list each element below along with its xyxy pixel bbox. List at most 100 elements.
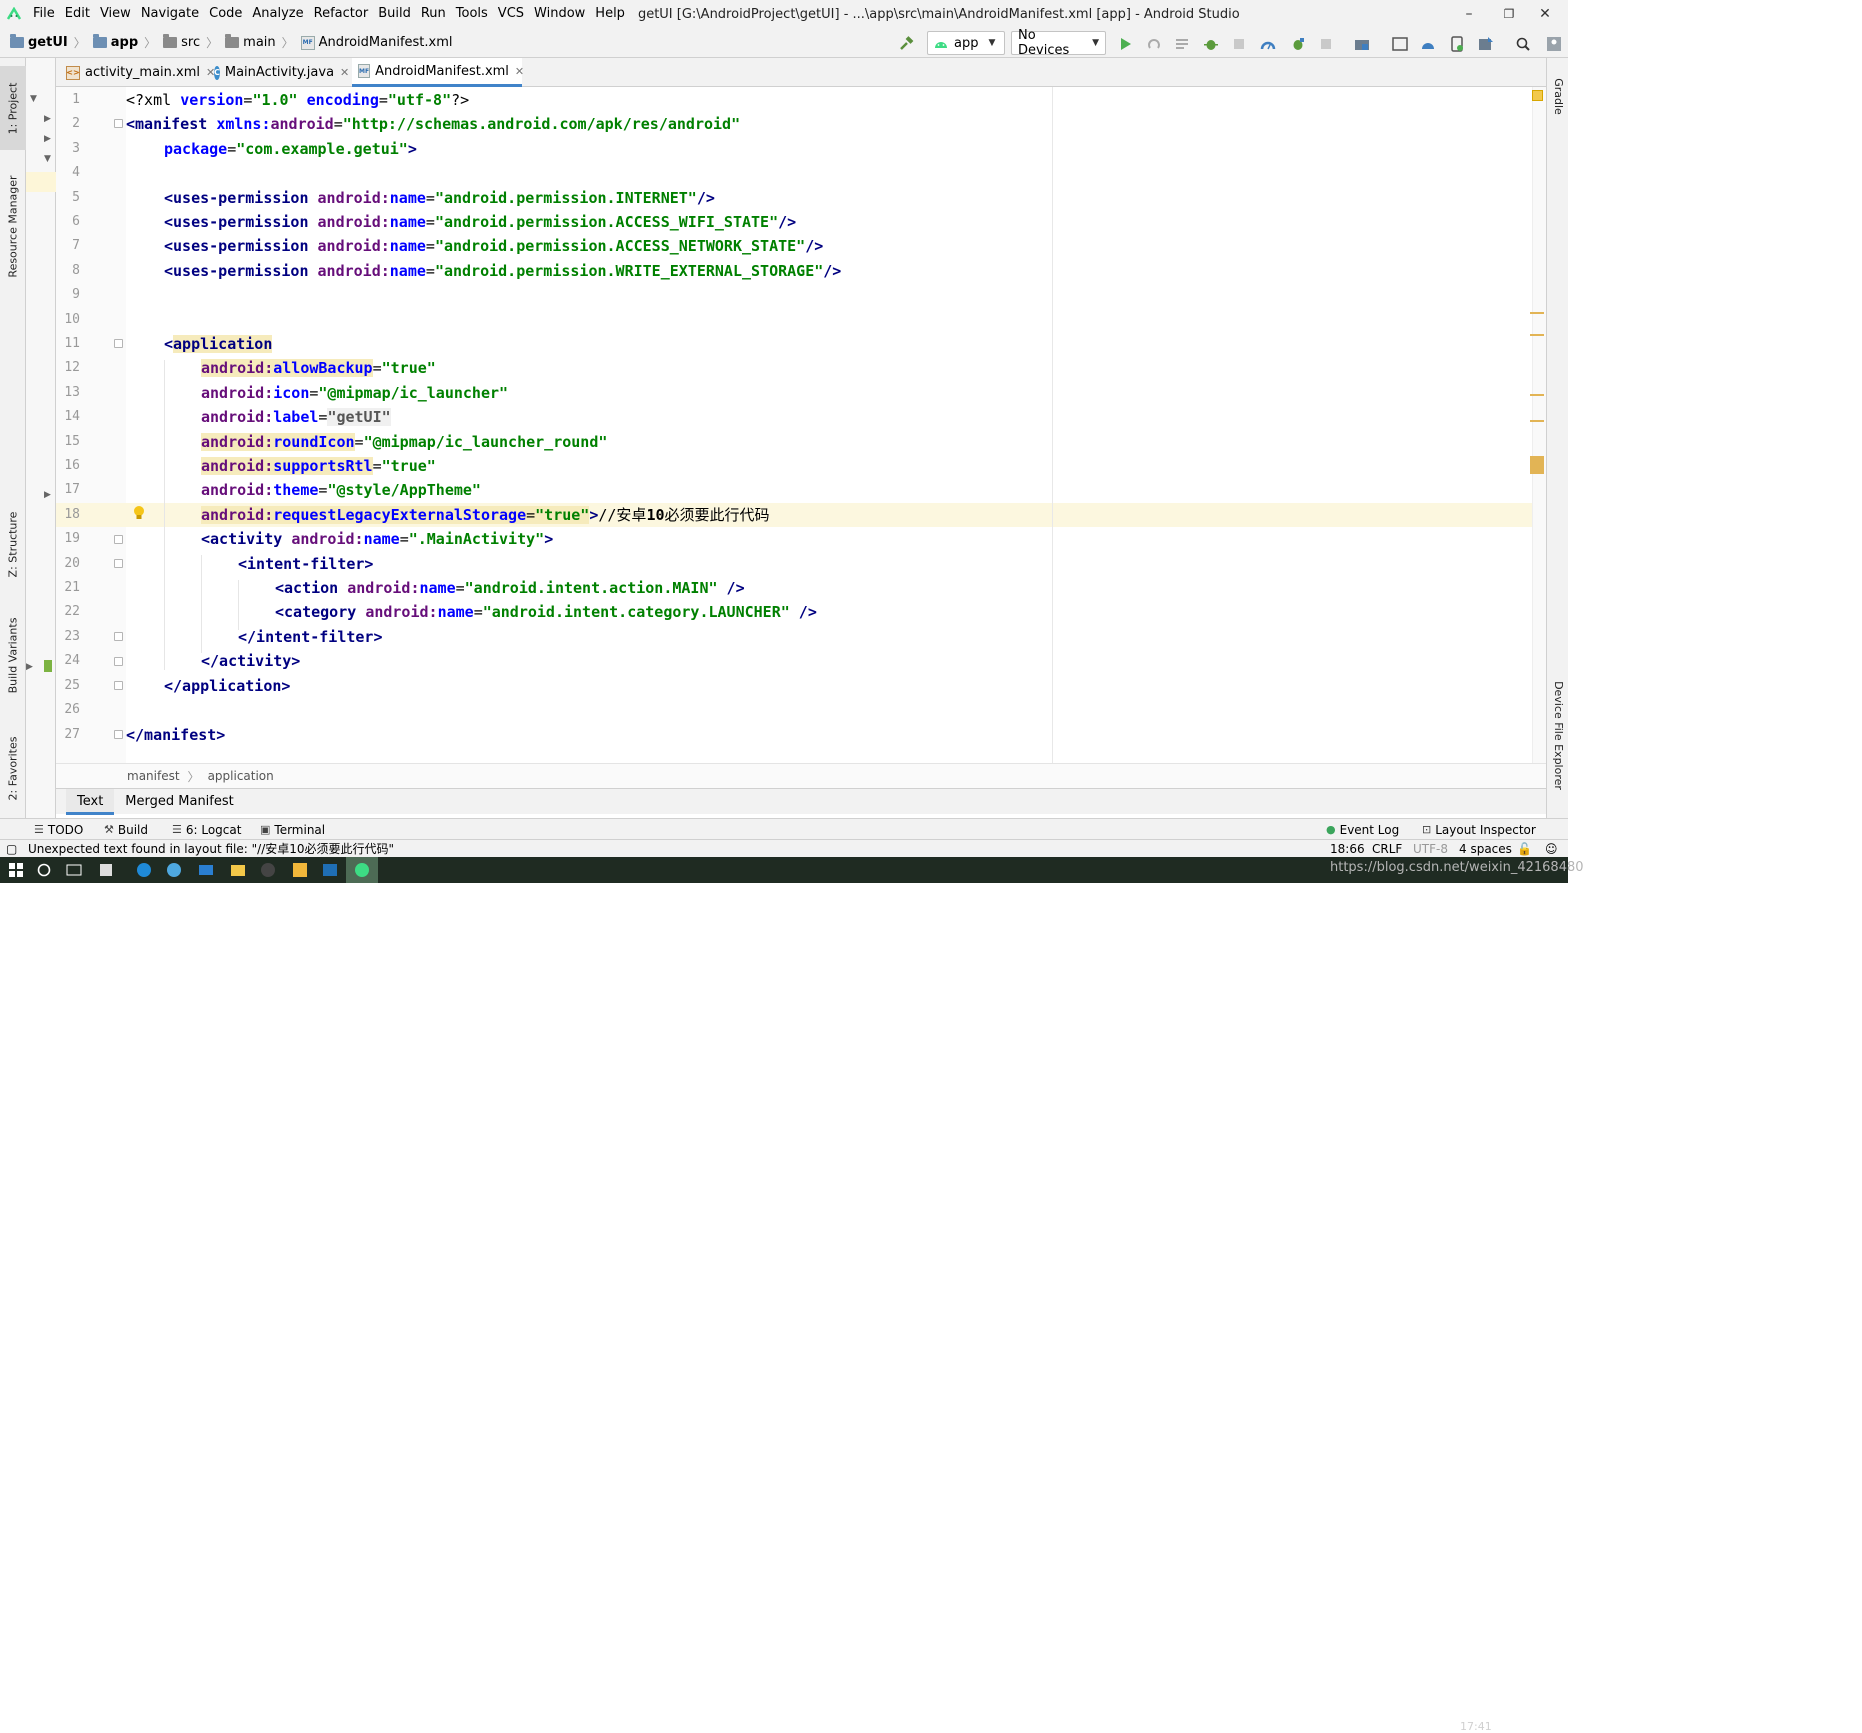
menu-build[interactable]: Build <box>373 0 416 28</box>
inspection-warning-icon[interactable] <box>1532 90 1543 101</box>
tool-todo[interactable]: ☰ TODO <box>34 819 83 840</box>
notifications-icon[interactable]: ☺ <box>1545 840 1558 858</box>
tool-tab-project[interactable]: 1: Project <box>0 66 26 150</box>
warning-mark-block[interactable] <box>1530 456 1544 474</box>
line-separator[interactable]: CRLF <box>1372 840 1402 858</box>
tool-tab-resource-manager[interactable]: Resource Manager <box>0 166 26 286</box>
search-circle-icon[interactable] <box>34 860 54 880</box>
tab-androidmanifest-xml[interactable]: MF AndroidManifest.xml ✕ <box>352 58 524 87</box>
editor-scrollbar[interactable] <box>1532 87 1546 763</box>
close-window-button[interactable]: ✕ <box>1522 0 1568 28</box>
edge-classic-icon[interactable] <box>164 860 184 880</box>
tree-expand-arrow-icon[interactable]: ▶ <box>26 662 33 672</box>
menu-code[interactable]: Code <box>204 0 247 28</box>
sdk-manager-icon[interactable] <box>1475 34 1497 54</box>
breadcrumb-module[interactable]: app <box>92 34 138 50</box>
apply-code-changes-icon[interactable] <box>1171 34 1193 54</box>
tool-tab-gradle[interactable]: Gradle <box>1547 66 1569 126</box>
tool-layout-inspector[interactable]: ⊡ Layout Inspector <box>1422 819 1536 840</box>
tree-expand-arrow-icon[interactable]: ▼ <box>44 154 51 164</box>
breadcrumb-src[interactable]: src <box>163 34 200 50</box>
tree-expand-arrow-icon[interactable]: ▶ <box>44 134 51 144</box>
intention-lightbulb-icon[interactable] <box>133 505 145 524</box>
xml-breadcrumb-application[interactable]: application <box>208 769 274 783</box>
fold-marker-icon[interactable] <box>114 632 123 641</box>
tool-event-log[interactable]: ● Event Log <box>1326 819 1399 840</box>
menu-window[interactable]: Window <box>529 0 590 28</box>
device-select[interactable]: No Devices ▼ <box>1011 28 1106 58</box>
menu-navigate[interactable]: Navigate <box>136 0 204 28</box>
menu-vcs[interactable]: VCS <box>493 0 529 28</box>
menu-edit[interactable]: Edit <box>60 0 95 28</box>
indent-setting[interactable]: 4 spaces <box>1459 840 1512 858</box>
breadcrumb-project[interactable]: getUI <box>10 34 68 50</box>
app-icon[interactable] <box>96 860 116 880</box>
make-project-hammer-icon[interactable] <box>895 34 917 54</box>
user-icon[interactable] <box>1543 34 1565 54</box>
taskbar-clock[interactable]: 17:41 <box>1460 1720 1492 1733</box>
menu-run[interactable]: Run <box>416 0 451 28</box>
menu-tools[interactable]: Tools <box>451 0 493 28</box>
tab-activity-main-xml[interactable]: <> activity_main.xml ✕ <box>60 58 215 87</box>
fold-marker-icon[interactable] <box>114 559 123 568</box>
status-window-icon[interactable]: ▢ <box>6 840 17 858</box>
fold-marker-icon[interactable] <box>114 339 123 348</box>
tab-mainactivity-java[interactable]: C MainActivity.java ✕ <box>208 58 352 87</box>
lock-icon[interactable]: 🔓 <box>1517 840 1532 858</box>
profile-gauge-icon[interactable] <box>1257 34 1279 54</box>
avd-manager-icon[interactable] <box>1417 34 1439 54</box>
fold-marker-icon[interactable] <box>114 681 123 690</box>
warning-mark[interactable] <box>1530 420 1544 422</box>
tab-text[interactable]: Text <box>66 788 115 815</box>
tool-logcat[interactable]: ☰ 6: Logcat <box>172 819 241 840</box>
edge-browser-icon[interactable] <box>134 860 154 880</box>
app-icon[interactable] <box>290 860 310 880</box>
xml-breadcrumb-manifest[interactable]: manifest <box>127 769 180 783</box>
caret-position[interactable]: 18:66 <box>1330 840 1365 858</box>
mail-icon[interactable] <box>196 860 216 880</box>
windows-start-icon[interactable] <box>6 860 26 880</box>
warning-mark[interactable] <box>1530 394 1544 396</box>
menu-help[interactable]: Help <box>590 0 630 28</box>
project-structure-icon[interactable] <box>1351 34 1373 54</box>
fold-marker-icon[interactable] <box>114 657 123 666</box>
tool-tab-device-file-explorer[interactable]: Device File Explorer <box>1547 670 1569 800</box>
close-icon[interactable]: ✕ <box>515 65 524 78</box>
close-icon[interactable]: ✕ <box>340 66 349 79</box>
debug-bug-icon[interactable] <box>1200 34 1222 54</box>
fold-marker-icon[interactable] <box>114 535 123 544</box>
apply-changes-icon[interactable] <box>1143 34 1165 54</box>
task-view-icon[interactable] <box>64 860 84 880</box>
sync-project-icon[interactable] <box>1389 34 1411 54</box>
fold-marker-icon[interactable] <box>114 119 123 128</box>
tool-tab-build-variants[interactable]: Build Variants <box>0 610 26 700</box>
search-icon[interactable] <box>1512 34 1534 54</box>
breadcrumb-file[interactable]: MF AndroidManifest.xml <box>300 35 453 50</box>
tree-expand-arrow-icon[interactable]: ▼ <box>30 94 37 104</box>
tool-terminal[interactable]: ▣ Terminal <box>260 819 325 840</box>
run-configuration-select[interactable]: app ▼ <box>927 31 1005 55</box>
android-studio-taskbar-icon[interactable] <box>346 857 378 883</box>
menu-refactor[interactable]: Refactor <box>309 0 374 28</box>
menu-file[interactable]: File <box>28 0 60 28</box>
tool-tab-structure[interactable]: Z: Structure <box>0 504 26 584</box>
menu-view[interactable]: View <box>95 0 136 28</box>
file-explorer-icon[interactable] <box>228 860 248 880</box>
photos-icon[interactable] <box>320 860 340 880</box>
fold-marker-icon[interactable] <box>114 730 123 739</box>
tree-expand-arrow-icon[interactable]: ▶ <box>44 490 51 500</box>
breadcrumb-main[interactable]: main <box>225 34 276 50</box>
run-play-icon[interactable] <box>1115 34 1137 54</box>
status-message[interactable]: Unexpected text found in layout file: "/… <box>28 840 394 858</box>
tab-merged-manifest[interactable]: Merged Manifest <box>114 789 244 815</box>
attach-debugger-bug-icon[interactable] <box>1287 34 1309 54</box>
tree-expand-arrow-icon[interactable]: ▶ <box>44 114 51 124</box>
attach-debugger-icon[interactable] <box>1228 34 1250 54</box>
warning-mark[interactable] <box>1530 312 1544 314</box>
tool-tab-favorites[interactable]: 2: Favorites <box>0 728 26 808</box>
menu-analyze[interactable]: Analyze <box>247 0 308 28</box>
tool-build[interactable]: ⚒ Build <box>104 819 148 840</box>
media-icon[interactable] <box>258 860 278 880</box>
device-manager-icon[interactable] <box>1446 34 1468 54</box>
warning-mark[interactable] <box>1530 334 1544 336</box>
